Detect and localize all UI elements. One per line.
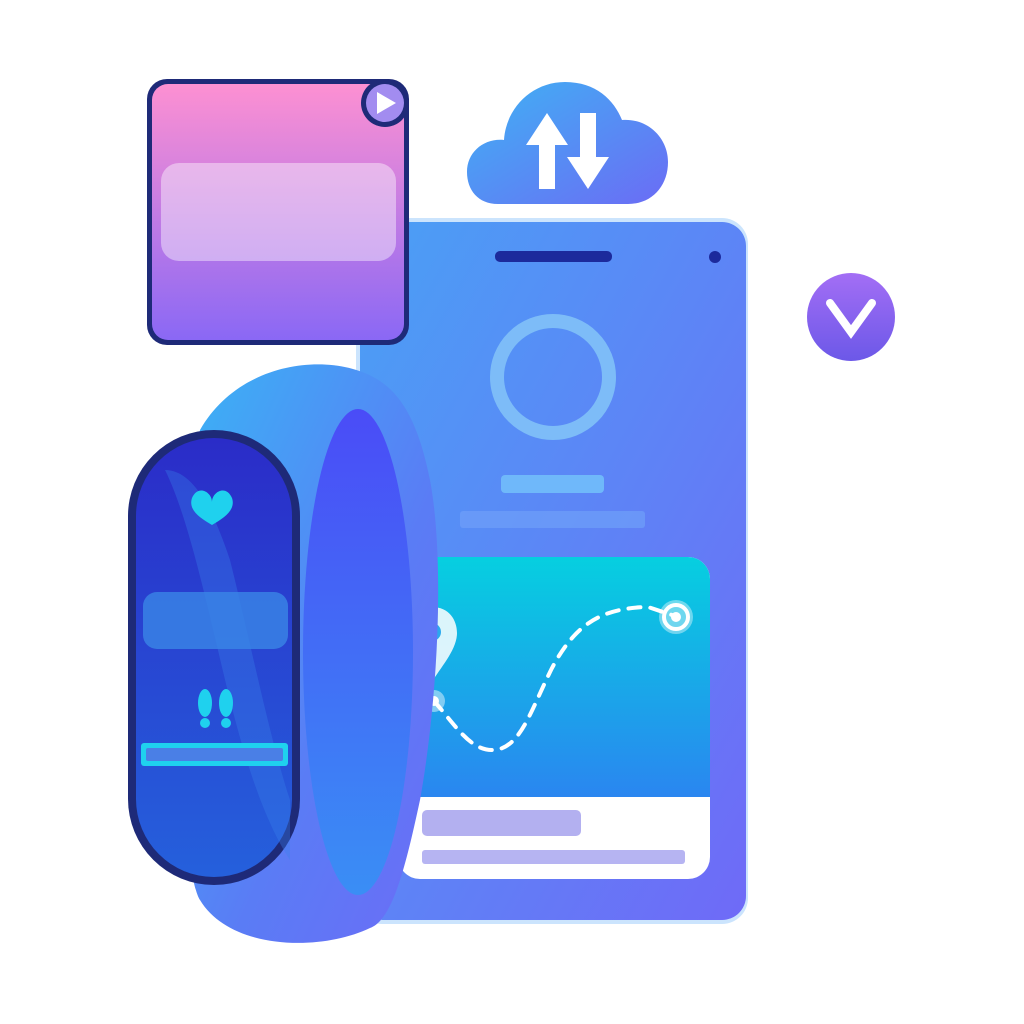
video-card (147, 79, 409, 345)
map-card-title-placeholder (422, 810, 581, 836)
chevron-badge[interactable] (807, 273, 895, 361)
play-button[interactable] (361, 79, 409, 127)
cloud-shape (467, 82, 668, 204)
badge-circle (807, 273, 895, 361)
progress-fill (146, 748, 283, 761)
map-card-text-placeholder (422, 850, 685, 864)
phone-speaker (495, 251, 612, 262)
map-area (398, 557, 710, 797)
fitness-band (128, 364, 439, 943)
video-card-placeholder (161, 163, 396, 261)
band-value-placeholder (143, 592, 288, 649)
map-card (398, 557, 710, 879)
subtitle-placeholder (460, 511, 645, 528)
fitness-tracker-illustration (128, 79, 895, 943)
cloud-sync (467, 82, 668, 204)
phone-camera (709, 251, 721, 263)
band-progress-bar (141, 743, 288, 766)
name-placeholder (501, 475, 604, 493)
target-dot-icon (659, 600, 693, 634)
band-inner (303, 409, 413, 895)
